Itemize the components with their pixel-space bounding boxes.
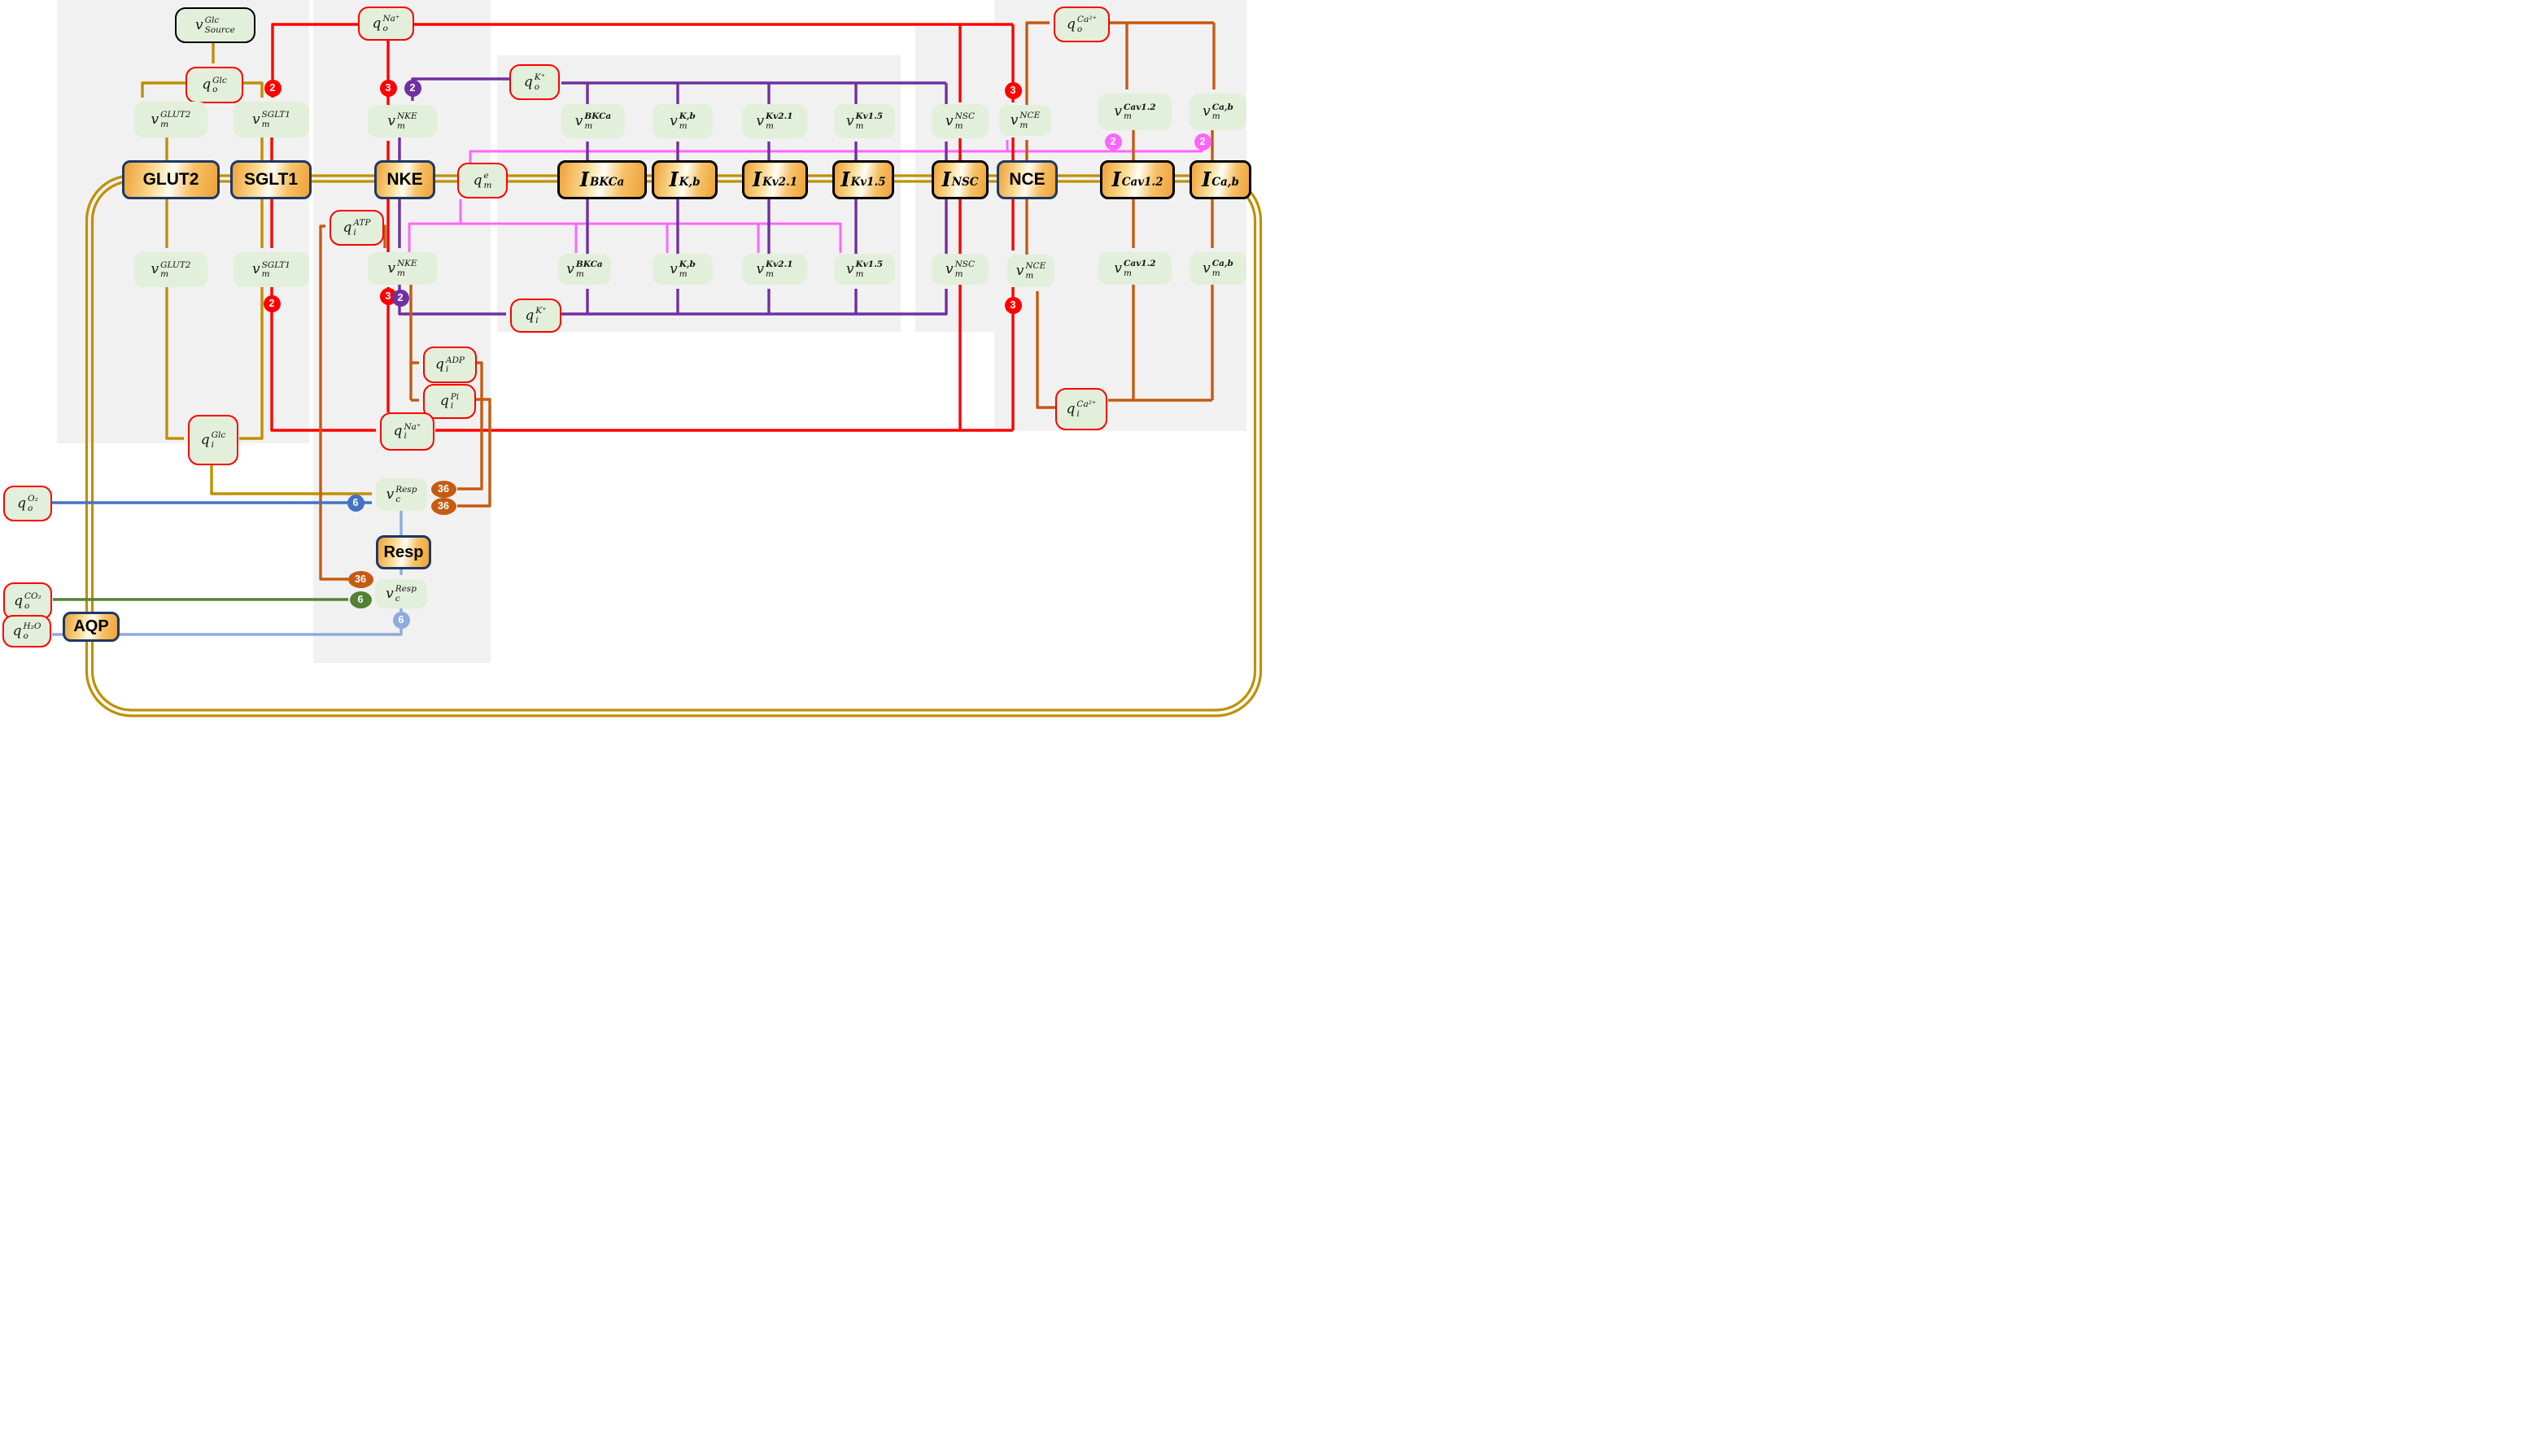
node-vm-nke-ext: vNKEm <box>368 105 437 137</box>
node-vm-nke-int: vNKEm <box>368 252 437 285</box>
node-vc-resp-out: vRespc <box>375 579 427 608</box>
node-vm-cab-ext: vCa,bm <box>1190 94 1246 130</box>
node-vm-kv21-ext: vKv2.1m <box>742 104 807 138</box>
badge-nke-k-2-top: 2 <box>404 80 421 97</box>
node-vm-glut2-ext: vGLUT2m <box>134 102 207 137</box>
badge-resp-pi-36: 36 <box>431 498 456 515</box>
node-qo-o2: qO₂o <box>3 486 52 521</box>
node-vm-nsc-int: vNSCm <box>932 254 989 285</box>
badge-cab-charge-2: 2 <box>1194 133 1211 150</box>
node-vm-kb-int: vK,bm <box>653 254 713 285</box>
badge-nce-na-3-top: 3 <box>1005 82 1022 99</box>
node-vm-nce-ext: vNCEm <box>999 105 1051 136</box>
membrane-box-glut2: GLUT2 <box>122 160 220 199</box>
badge-nke-na-3-top: 3 <box>380 80 397 97</box>
node-vm-nce-int: vNCEm <box>1007 255 1054 287</box>
node-vm-kv15-int: vKv1.5m <box>834 254 895 285</box>
node-vc-resp-in: vRespc <box>376 478 427 511</box>
node-vm-bkca-ext: vBKCam <box>561 104 625 138</box>
node-qo-ca: qCa²⁺o <box>1054 7 1110 42</box>
membrane-box-i-bkca: IBKCa <box>557 160 647 199</box>
membrane-box-nke: NKE <box>374 160 435 199</box>
node-vm-cav12-int: vCav1.2m <box>1098 252 1172 285</box>
badge-cav12-charge-2: 2 <box>1105 133 1122 150</box>
node-vm-kv21-int: vKv2.1m <box>742 254 807 285</box>
node-vm-sglt1-int: vSGLT1m <box>234 252 309 287</box>
membrane-box-nce: NCE <box>997 160 1058 199</box>
node-qi-adp: qADPi <box>423 347 477 383</box>
membrane-box-i-nsc: INSC <box>932 160 989 199</box>
node-vm-bkca-int: vBKCam <box>558 254 611 285</box>
cell-transport-diagram: GLUT2 SGLT1 NKE IBKCa IK,b IKv2.1 IKv1.5… <box>0 0 1266 728</box>
membrane-box-aqp: AQP <box>63 612 120 642</box>
node-vm-sglt1-ext: vSGLT1m <box>234 102 309 137</box>
node-qo-k: qK⁺o <box>509 64 560 100</box>
node-qi-pi: qPii <box>423 384 476 419</box>
badge-nke-k-2-bottom: 2 <box>392 290 409 307</box>
node-qo-h2o: qH₂Oo <box>2 615 51 647</box>
node-qi-ca: qCa²⁺i <box>1055 388 1107 430</box>
membrane-box-sglt1: SGLT1 <box>230 160 312 199</box>
badge-resp-atp-36: 36 <box>348 571 373 588</box>
badge-resp-o2-6: 6 <box>347 495 365 512</box>
node-vm-kb-ext: vK,bm <box>653 104 713 138</box>
box-resp: Resp <box>376 535 431 569</box>
node-vm-nsc-ext: vNSCm <box>932 104 989 138</box>
node-qi-glc: qGlci <box>188 415 238 465</box>
node-vm-kv15-ext: vKv1.5m <box>834 104 895 138</box>
membrane-box-i-kb: IK,b <box>652 160 718 199</box>
node-vm-cav12-ext: vCav1.2m <box>1098 94 1172 130</box>
badge-sglt1-na-2-bottom: 2 <box>264 295 281 312</box>
node-vm-cab-int: vCa,bm <box>1190 252 1246 285</box>
node-qo-glc: qGlco <box>186 67 243 103</box>
membrane-box-i-kv21: IKv2.1 <box>742 160 808 199</box>
node-qi-k: qK⁺i <box>510 299 561 333</box>
badge-resp-adp-36: 36 <box>431 481 456 498</box>
badge-resp-h2o-6: 6 <box>393 612 410 629</box>
node-qi-na: qNa⁺i <box>380 412 434 451</box>
node-vm-glut2-int: vGLUT2m <box>134 252 207 287</box>
badge-sglt1-na-2-top: 2 <box>264 80 282 97</box>
badge-resp-co2-6: 6 <box>350 591 372 608</box>
badge-nce-na-3-bottom: 3 <box>1005 297 1022 314</box>
node-qm-e-charge: qem <box>457 163 508 198</box>
node-v-source-glc: vGlcSource <box>175 7 255 43</box>
node-qi-atp: qATPi <box>330 210 384 246</box>
membrane-box-i-kv15: IKv1.5 <box>832 160 894 199</box>
node-qo-na: qNa⁺o <box>358 7 414 41</box>
membrane-box-i-cab: ICa,b <box>1190 160 1251 199</box>
membrane-box-i-cav12: ICav1.2 <box>1100 160 1175 199</box>
